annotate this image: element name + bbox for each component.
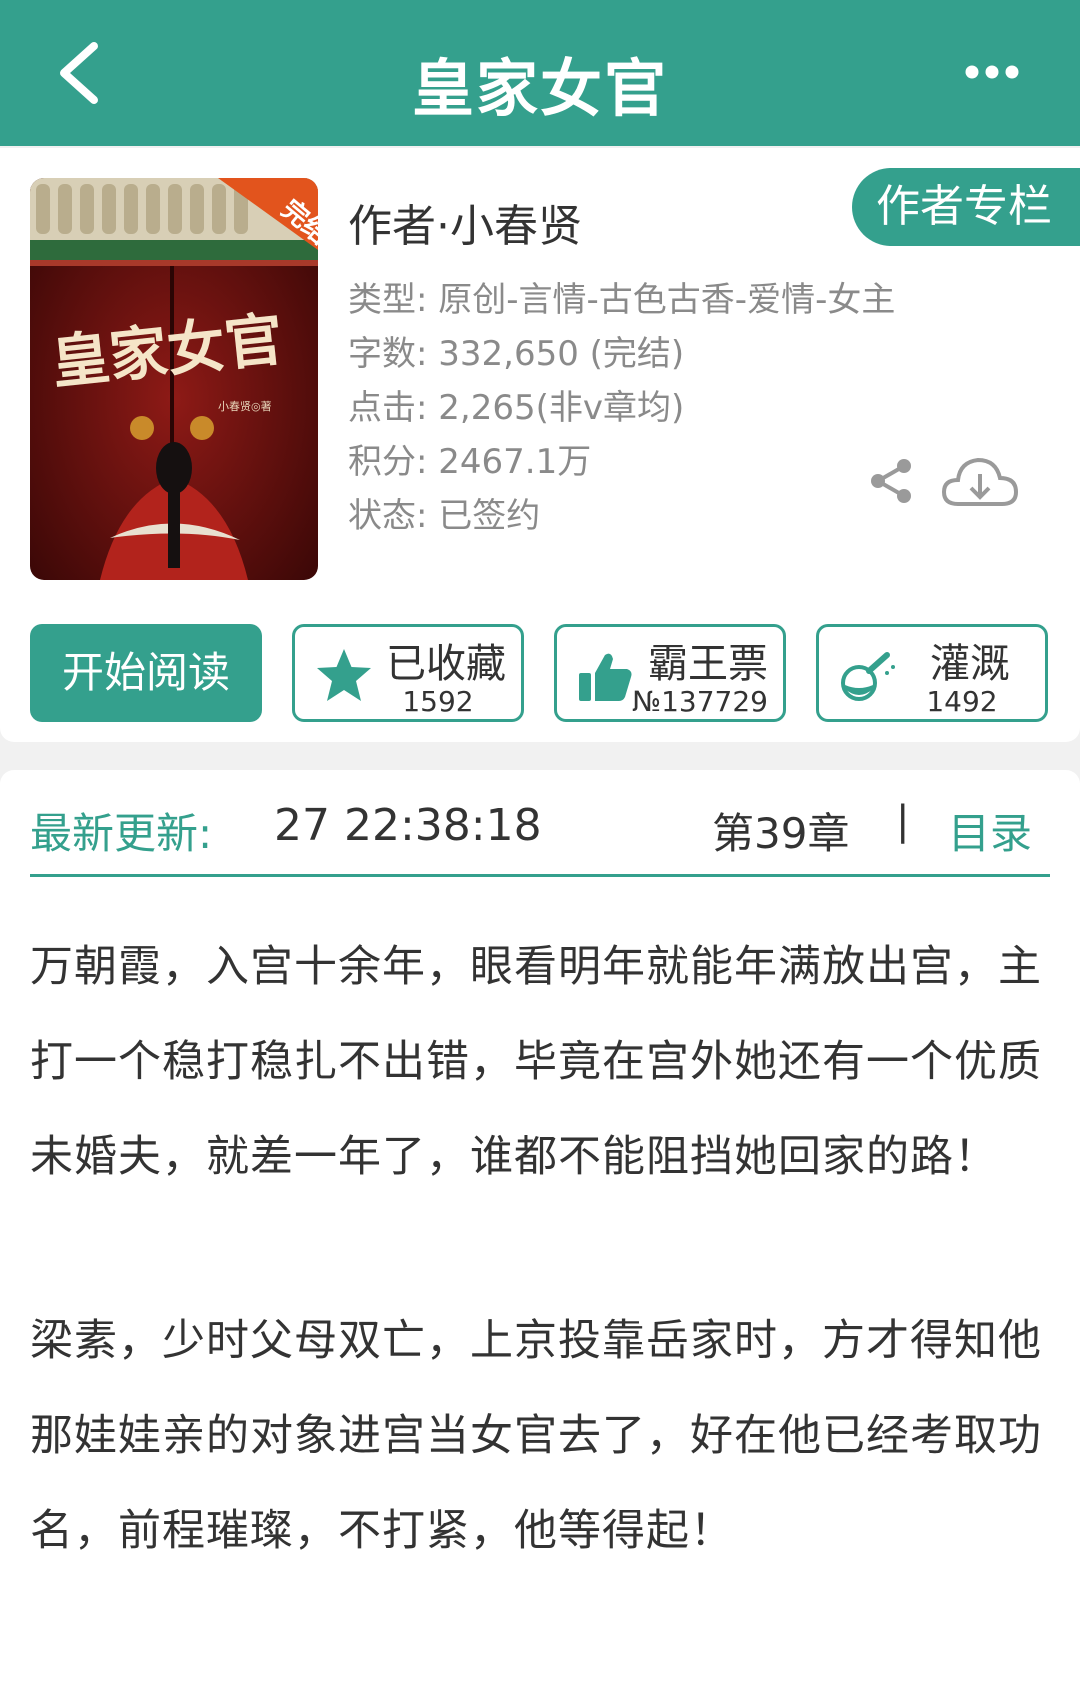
synopsis-paragraph: 梁素，少时父母双亡，上京投靠岳家时，方才得知他那娃娃亲的对象进宫当女官去了，好在…: [30, 1316, 1042, 1556]
word-count-text: 字数: 332,650 (完结): [348, 334, 685, 374]
page-title: 皇家女官: [411, 52, 668, 125]
ticket-button[interactable]: 霸王票 №137729: [554, 624, 786, 722]
latest-update-bar: 最新更新: 27 22:38:18 第39章 | 目录: [0, 770, 1080, 906]
favorite-count: 1592: [402, 685, 474, 718]
favorite-label: 已收藏: [386, 641, 506, 687]
divider-line: [30, 874, 1050, 877]
book-info-card: 完结 皇家女官 小春贤◎著 作者·小春贤 作者专栏 类型: 原创-言情-古色古香…: [0, 148, 1080, 742]
latest-update-label: 最新更新:: [30, 809, 213, 858]
water-label: 灌溉: [930, 641, 1010, 687]
favorite-button[interactable]: 已收藏 1592: [292, 624, 524, 722]
status-text: 状态: 已签约: [348, 496, 541, 536]
synopsis: 万朝霞，入宫十余年，眼看明年就能年满放出宫，主打一个稳打稳扎不出错，毕竟在宫外她…: [0, 906, 1080, 1698]
author-column-button[interactable]: 作者专栏: [852, 168, 1080, 246]
share-icon[interactable]: [866, 456, 916, 506]
top-bar: 皇家女官: [0, 0, 1080, 146]
latest-update-time: 27 22:38:18: [274, 800, 542, 851]
water-button[interactable]: 灌溉 1492: [816, 624, 1048, 722]
genre-text: 类型: 原创-言情-古色古香-爱情-女主: [348, 280, 896, 320]
svg-text:小春贤◎著: 小春贤◎著: [218, 399, 272, 413]
divider: |: [896, 798, 910, 844]
book-cover[interactable]: 完结 皇家女官 小春贤◎著: [30, 178, 318, 580]
clicks-text: 点击: 2,265(非v章均): [348, 388, 685, 428]
ticket-count: №137729: [631, 685, 768, 718]
latest-chapter-link[interactable]: 第39章: [712, 800, 849, 861]
start-reading-button[interactable]: 开始阅读: [30, 624, 262, 722]
ticket-label: 霸王票: [648, 641, 768, 687]
more-dots-icon[interactable]: [964, 58, 1020, 86]
score-text: 积分: 2467.1万: [348, 442, 592, 482]
table-of-contents-link[interactable]: 目录: [948, 800, 1032, 861]
cloud-download-icon[interactable]: [940, 452, 1020, 512]
water-count: 1492: [926, 685, 998, 718]
synopsis-paragraph: 万朝霞，入宫十余年，眼看明年就能年满放出宫，主打一个稳打稳扎不出错，毕竟在宫外她…: [30, 942, 1042, 1182]
author-name[interactable]: 作者·小春贤: [348, 190, 582, 254]
